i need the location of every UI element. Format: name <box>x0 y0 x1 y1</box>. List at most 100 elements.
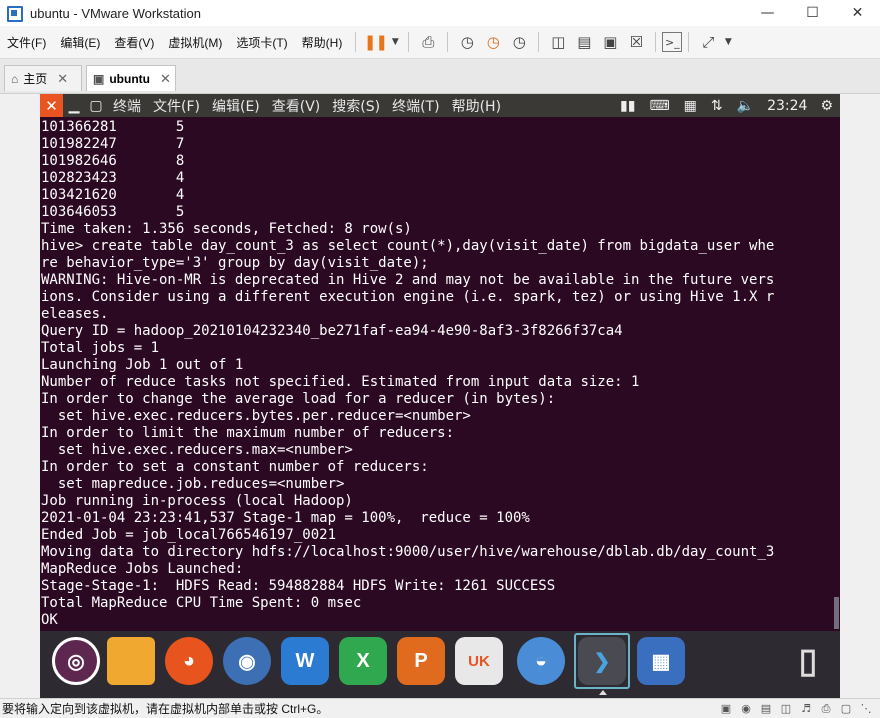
minimize-icon[interactable]: ▁ <box>63 94 85 117</box>
menu-view[interactable]: 查看(V) <box>107 34 161 51</box>
terminal-line: MapReduce Jobs Launched: <box>41 561 244 577</box>
maximize-icon[interactable]: ▢ <box>85 94 107 117</box>
volume-icon[interactable]: 🔈 <box>730 98 761 114</box>
snapshot-manager-icon[interactable]: ◷ <box>506 30 532 54</box>
menu-help[interactable]: 帮助(H) <box>295 34 350 51</box>
tab-label: 主页 <box>23 72 48 86</box>
menu-edit[interactable]: 编辑(E) <box>206 96 266 116</box>
terminal-line: In order to set a constant number of red… <box>41 459 429 475</box>
clock[interactable]: 23:24 <box>761 98 813 114</box>
ubuntu-logo-icon[interactable]: ◎ <box>52 637 100 685</box>
menu-search[interactable]: 搜索(S) <box>326 96 386 116</box>
network-adapter-icon[interactable]: ▤ <box>756 701 776 717</box>
close-icon[interactable]: ✕ <box>57 71 68 87</box>
calendar-icon[interactable]: ▦ <box>677 98 704 114</box>
dropdown-icon[interactable]: ▼ <box>721 30 735 54</box>
terminal-line: In order to change the average load for … <box>41 391 556 407</box>
toolbar-separator <box>655 32 657 52</box>
window-controls: — ☐ ✕ <box>745 0 880 26</box>
menu-view[interactable]: 查看(V) <box>266 96 327 116</box>
workspace-icon[interactable]: ▦ <box>637 637 685 685</box>
terminal-line: 101366281 5 <box>41 119 185 135</box>
terminal-line: Number of reduce tasks not specified. Es… <box>41 374 640 390</box>
terminal-line: set hive.exec.reducers.bytes.per.reducer… <box>41 408 471 424</box>
printer-icon[interactable]: ⎙ <box>816 701 836 717</box>
impress-icon[interactable]: P <box>397 637 445 685</box>
dock-icon-label: P <box>414 649 428 672</box>
resize-grip-icon: ⋱ <box>860 702 872 715</box>
terminal-line: Total MapReduce CPU Time Spent: 0 msec <box>41 595 362 611</box>
vm-screen[interactable]: ✕ ▁ ▢ 终端 文件(F) 编辑(E) 查看(V) 搜索(S) 终端(T) 帮… <box>40 94 840 698</box>
network-icon[interactable]: ⇅ <box>704 98 730 114</box>
sound-icon[interactable]: ♬ <box>796 701 816 717</box>
menu-terminal[interactable]: 终端(T) <box>386 96 445 116</box>
thumbnail-icon[interactable]: ▤ <box>571 30 597 54</box>
cdrom-icon[interactable]: ◉ <box>736 701 756 717</box>
console-icon[interactable]: >_ <box>662 32 683 52</box>
dropdown-icon[interactable]: ▼ <box>388 30 402 54</box>
send-keys-icon[interactable]: ⎙ <box>415 30 441 54</box>
tab-home[interactable]: ⌂ 主页 ✕ <box>4 65 82 91</box>
toolbar-separator <box>408 32 410 52</box>
menu-file[interactable]: 文件(F) <box>147 96 206 116</box>
dock-icon-label: X <box>356 649 370 672</box>
menu-vm[interactable]: 虚拟机(M) <box>161 34 229 51</box>
menu-file[interactable]: 文件(F) <box>0 34 53 51</box>
terminal-line: 101982247 7 <box>41 136 185 152</box>
terminal-line: Launching Job 1 out of 1 <box>41 357 244 373</box>
terminal-line: hive> create table day_count_3 as select… <box>41 238 775 254</box>
terminal-line: 103421620 4 <box>41 187 185 203</box>
trash-icon[interactable]: ▯ <box>784 637 832 685</box>
toolbar-separator <box>688 32 690 52</box>
close-button[interactable]: ✕ <box>835 0 880 26</box>
terminal-scrollbar[interactable] <box>834 597 839 629</box>
status-hint: 要将输入定向到该虚拟机，请在虚拟机内部单击或按 Ctrl+G。 <box>2 702 329 716</box>
usb-icon[interactable]: ◫ <box>776 701 796 717</box>
files-icon[interactable] <box>107 637 155 685</box>
menu-edit[interactable]: 编辑(E) <box>53 34 107 51</box>
menu-tabs[interactable]: 选项卡(T) <box>229 34 294 51</box>
statusbar: 要将输入定向到该虚拟机，请在虚拟机内部单击或按 Ctrl+G。 ▣ ◉ ▤ ◫ … <box>0 698 880 718</box>
terminal-output[interactable]: 101366281 5 101982247 7 101982646 8 1028234… <box>41 119 837 629</box>
window-titlebar: ubuntu - VMware Workstation — ☐ ✕ <box>0 0 880 26</box>
sidebar-icon[interactable]: ◫ <box>545 30 571 54</box>
minimize-button[interactable]: — <box>745 0 790 26</box>
calc-icon[interactable]: X <box>339 637 387 685</box>
dock-icon-label: W <box>295 649 315 672</box>
terminal-line: In order to limit the maximum number of … <box>41 425 455 441</box>
vm-icon: ▣ <box>93 71 105 86</box>
input-method-icon[interactable]: ▮▮ <box>613 98 642 114</box>
close-icon[interactable]: ✕ <box>160 71 171 87</box>
menu-help[interactable]: 帮助(H) <box>446 96 507 116</box>
terminal-line: Time taken: 1.356 seconds, Fetched: 8 ro… <box>41 221 412 237</box>
gear-icon[interactable]: ⚙ <box>813 98 840 114</box>
fullscreen-icon[interactable]: ▣ <box>597 30 623 54</box>
remote-desktop-icon[interactable]: ◒ <box>517 637 565 685</box>
dock-icon-label: UK <box>468 652 490 670</box>
terminal-line: set hive.exec.reducers.max=<number> <box>41 442 353 458</box>
menu-terminal-app[interactable]: 终端 <box>107 96 147 116</box>
terminal-line: 103646053 5 <box>41 204 185 220</box>
restore-snapshot-icon[interactable]: ◷ <box>480 30 506 54</box>
keyboard-icon[interactable]: ⌨ <box>642 98 676 114</box>
firefox-icon[interactable]: ◕ <box>165 637 213 685</box>
pause-icon[interactable]: ❚❚ <box>362 30 388 54</box>
harddisk-icon[interactable]: ▣ <box>716 701 736 717</box>
launcher-dock: ◎ ◕ ◉ W X P UK ◒ ❯ ▦ ▯ <box>40 631 840 698</box>
snapshot-icon[interactable]: ◷ <box>454 30 480 54</box>
close-icon[interactable]: ✕ <box>40 94 63 117</box>
unity-icon[interactable]: ☒ <box>623 30 649 54</box>
terminal-line: set mapreduce.job.reduces=<number> <box>41 476 345 492</box>
terminal-icon[interactable]: ❯ <box>578 637 626 685</box>
display-icon[interactable]: ▢ <box>836 701 856 717</box>
ubuntu-topbar: ✕ ▁ ▢ 终端 文件(F) 编辑(E) 查看(V) 搜索(S) 终端(T) 帮… <box>40 94 840 117</box>
maximize-button[interactable]: ☐ <box>790 0 835 26</box>
chromium-icon[interactable]: ◉ <box>223 637 271 685</box>
stretch-icon[interactable]: ⤢ <box>695 30 721 54</box>
terminal-line: 102823423 4 <box>41 170 185 186</box>
indicator-area: ▮▮ ⌨ ▦ ⇅ 🔈 23:24 ⚙ <box>613 98 840 114</box>
ubuntu-software-icon[interactable]: UK <box>455 637 503 685</box>
tab-ubuntu[interactable]: ▣ ubuntu ✕ <box>86 65 176 91</box>
terminal-line: 101982646 8 <box>41 153 185 169</box>
writer-icon[interactable]: W <box>281 637 329 685</box>
